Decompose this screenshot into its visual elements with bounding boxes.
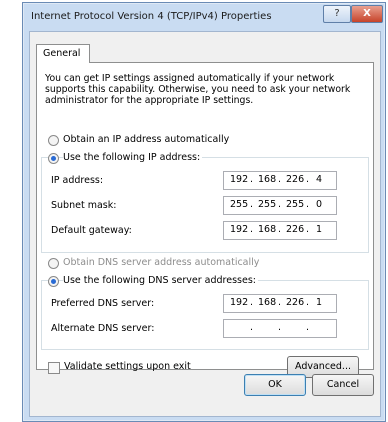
- help-button[interactable]: ?: [323, 5, 351, 23]
- default-gateway-field[interactable]: 192 . 168 . 226 . 1: [223, 221, 337, 240]
- close-button[interactable]: X: [351, 5, 383, 23]
- intro-text: You can get IP settings assigned automat…: [45, 73, 351, 106]
- tab-general-label: General: [43, 48, 81, 59]
- validate-checkbox[interactable]: [48, 362, 60, 374]
- subnet-mask-label: Subnet mask:: [51, 200, 117, 211]
- subnet-mask-field[interactable]: 255 . 255 . 255 . 0: [223, 196, 337, 215]
- general-panel: You can get IP settings assigned automat…: [36, 62, 374, 378]
- tab-general[interactable]: General: [36, 44, 90, 63]
- ip-manual-label: Use the following IP address:: [63, 152, 203, 163]
- dialog-body: General You can get IP settings assigned…: [29, 31, 381, 417]
- title-bar[interactable]: Internet Protocol Version 4 (TCP/IPv4) P…: [23, 3, 385, 31]
- window-title: Internet Protocol Version 4 (TCP/IPv4) P…: [31, 11, 272, 22]
- dialog-window: Internet Protocol Version 4 (TCP/IPv4) P…: [22, 2, 386, 422]
- dns-group-box: [41, 280, 369, 350]
- dns-auto-label: Obtain DNS server address automatically: [63, 257, 260, 268]
- ok-button[interactable]: OK: [244, 374, 306, 396]
- preferred-dns-label: Preferred DNS server:: [51, 298, 155, 309]
- dns-manual-radio[interactable]: [48, 276, 59, 287]
- ip-auto-label: Obtain an IP address automatically: [63, 134, 230, 145]
- preferred-dns-field[interactable]: 192 . 168 . 226 . 1: [223, 294, 337, 313]
- validate-label: Validate settings upon exit: [64, 361, 191, 372]
- ip-address-label: IP address:: [51, 175, 104, 186]
- dns-manual-label: Use the following DNS server addresses:: [63, 275, 258, 286]
- ip-address-field[interactable]: 192 . 168 . 226 . 4: [223, 171, 337, 190]
- dns-auto-radio[interactable]: [48, 258, 59, 269]
- alternate-dns-label: Alternate DNS server:: [51, 323, 155, 334]
- ip-manual-radio[interactable]: [48, 153, 59, 164]
- ip-auto-radio[interactable]: [48, 135, 59, 146]
- alternate-dns-field[interactable]: . . .: [223, 319, 337, 338]
- cancel-button[interactable]: Cancel: [312, 374, 374, 396]
- default-gateway-label: Default gateway:: [51, 225, 132, 236]
